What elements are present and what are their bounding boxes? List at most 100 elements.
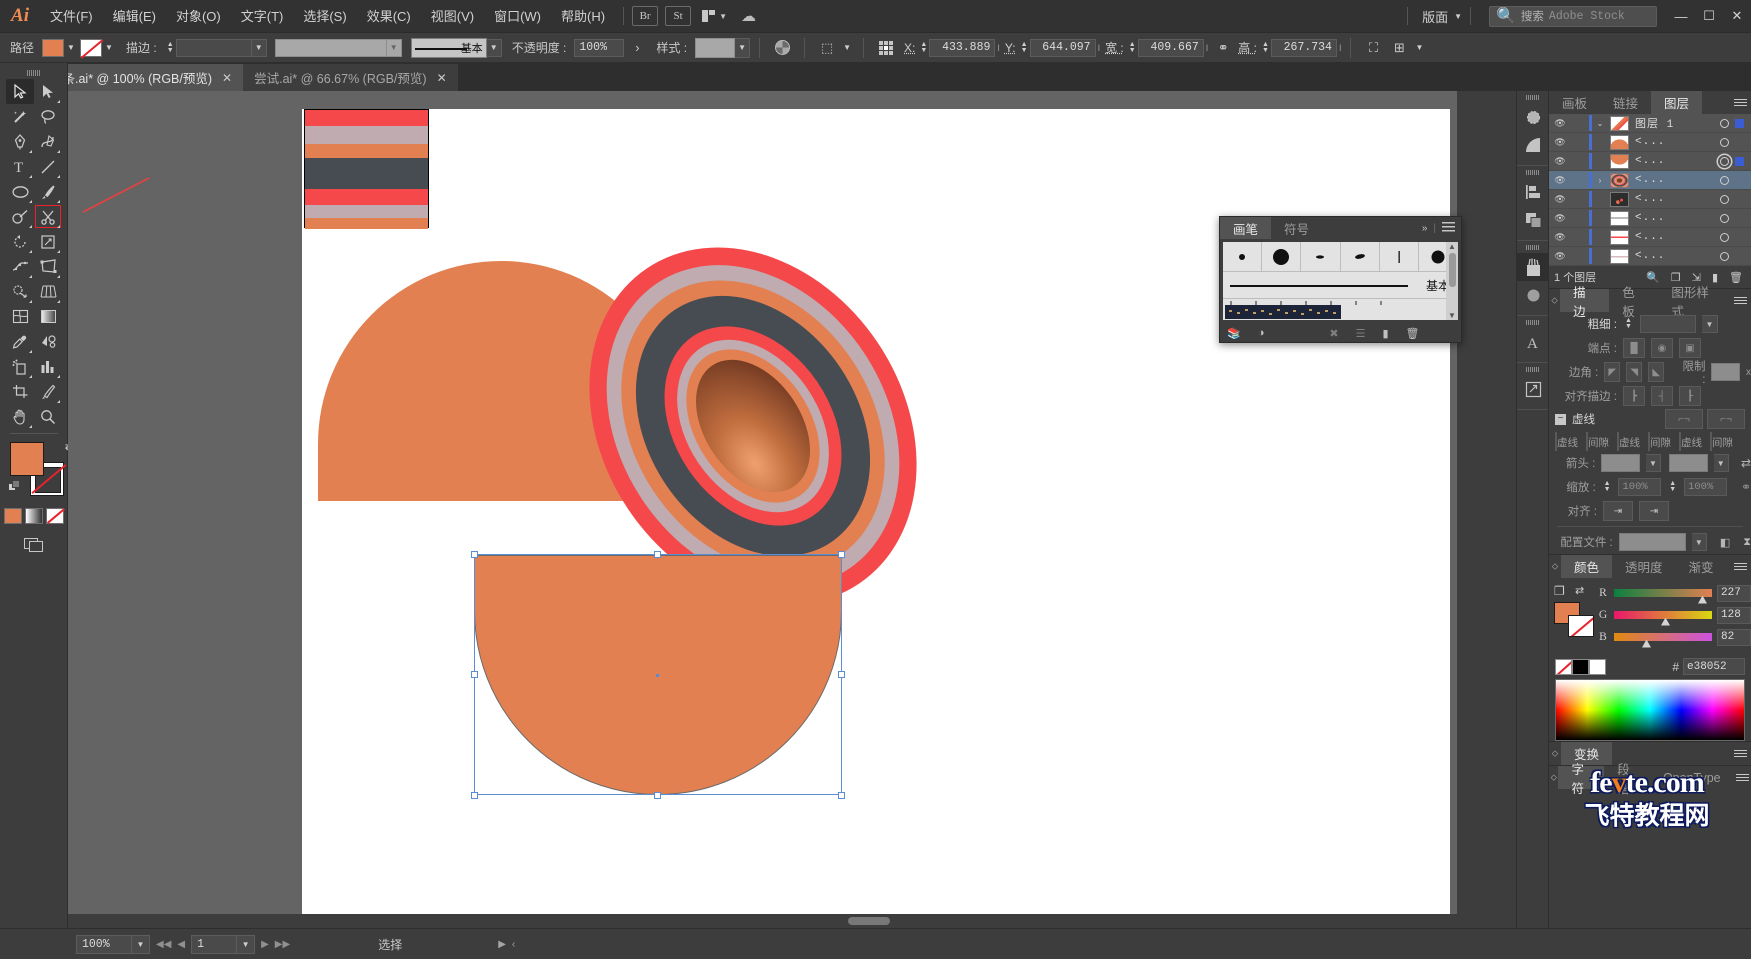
align-icon[interactable]: ⊞ — [1388, 38, 1410, 58]
rail-export-icon[interactable] — [1517, 375, 1549, 403]
arrange-documents-button[interactable]: ▼ — [702, 10, 727, 22]
fill-swatch-button[interactable]: ▼ — [42, 39, 78, 57]
opacity-expand-icon[interactable]: › — [626, 38, 648, 58]
pen-tool[interactable] — [6, 129, 34, 154]
line-segment-tool[interactable] — [34, 154, 62, 179]
x-stepper[interactable]: ▲▼ — [918, 39, 929, 57]
none-swatch[interactable] — [1555, 659, 1572, 675]
y-input[interactable]: 644.097 — [1030, 39, 1096, 57]
tab-symbols[interactable]: 符号 — [1271, 217, 1322, 239]
scale-tool[interactable] — [34, 229, 62, 254]
width-tool[interactable] — [6, 254, 34, 279]
tab-transparency[interactable]: 透明度 — [1612, 555, 1676, 578]
brush-libraries-icon[interactable]: ◑ — [1258, 327, 1265, 339]
brushes-scrollbar[interactable]: ▲ ▼ — [1446, 242, 1458, 320]
tab-swatches[interactable]: 色板 — [1609, 289, 1658, 312]
layer-name[interactable]: <... — [1631, 136, 1720, 148]
extend-beyond-end-button[interactable]: ⇥ — [1603, 501, 1633, 521]
hand-tool[interactable] — [6, 404, 34, 429]
tab-brushes[interactable]: 画笔 — [1220, 217, 1271, 239]
mesh-tool[interactable] — [6, 304, 34, 329]
rail-pathfinder-icon[interactable] — [1517, 206, 1549, 234]
artboard-nav-prev[interactable]: ◀ — [177, 939, 185, 950]
minimize-button[interactable]: — — [1667, 0, 1695, 33]
brush-item-3pt[interactable] — [1223, 242, 1262, 271]
height-stepper[interactable]: ▲▼ — [1260, 39, 1271, 57]
lock-proportions-icon[interactable]: ⚭ — [1212, 38, 1234, 58]
rail-gradient-icon[interactable] — [1517, 131, 1549, 159]
stroke-profile-chevron-icon[interactable]: ▼ — [387, 39, 402, 57]
rail-grip-4[interactable] — [1517, 320, 1548, 325]
arrow-start-select[interactable] — [1601, 454, 1639, 472]
slice-tool[interactable] — [34, 379, 62, 404]
eye-icon[interactable]: 👁 — [1549, 232, 1571, 243]
column-graph-tool[interactable] — [34, 354, 62, 379]
cap-projecting-button[interactable]: ▣ — [1679, 338, 1701, 358]
dash-checkbox[interactable]: − — [1555, 414, 1566, 425]
layer-name[interactable]: <... — [1631, 155, 1720, 167]
character-panel-grip[interactable]: ⬦ — [1549, 766, 1558, 789]
slider-thumb-b[interactable] — [1642, 640, 1651, 648]
status-menu-arrow[interactable]: ▶ — [498, 939, 506, 950]
stroke-weight-stepper[interactable]: ▲▼ — [165, 39, 176, 57]
transform-icon[interactable]: ⛶ — [1362, 38, 1384, 58]
chevron-right-icon[interactable]: › — [1592, 176, 1608, 185]
cloud-sync-icon[interactable]: ☁ — [741, 7, 756, 25]
dash-field-2[interactable]: 虚线 — [1617, 433, 1644, 451]
artboard-number-input[interactable]: 1 — [191, 935, 237, 954]
target-icon-active[interactable] — [1720, 157, 1729, 166]
gap-field-1[interactable]: 间隙 — [1586, 433, 1613, 451]
ellipse-tool[interactable] — [6, 179, 34, 204]
stroke-panel-menu-icon[interactable] — [1731, 289, 1751, 312]
arrow-end-select[interactable] — [1669, 454, 1707, 472]
eye-icon[interactable]: 👁 — [1549, 175, 1571, 186]
magic-wand-tool[interactable] — [6, 104, 34, 129]
color-panel-menu-icon[interactable] — [1729, 555, 1751, 578]
eye-icon[interactable]: 👁 — [1549, 194, 1571, 205]
graphic-style-chevron-icon[interactable]: ▼ — [735, 38, 750, 58]
zoom-chevron-icon[interactable]: ▼ — [132, 935, 150, 954]
status-collapse-arrow[interactable]: ‹ — [512, 939, 515, 950]
layer-name[interactable]: <... — [1631, 231, 1720, 243]
brushes-scroll-thumb[interactable] — [1449, 253, 1456, 287]
scale-start-stepper[interactable]: ▲▼ — [1602, 478, 1613, 496]
default-fill-stroke-icon[interactable] — [8, 480, 21, 498]
select-similar-chevron-icon[interactable]: ▼ — [840, 39, 854, 57]
artboard-nav-first[interactable]: ◀◀ — [156, 939, 171, 950]
scale-start-input[interactable]: 100% — [1618, 478, 1661, 496]
layer-name[interactable]: <... — [1631, 212, 1720, 224]
channel-value-b[interactable]: 82 — [1717, 629, 1751, 646]
shaper-tool[interactable] — [6, 204, 34, 229]
paintbrush-tool[interactable] — [34, 179, 62, 204]
delete-brush-icon[interactable]: 🗑 — [1406, 327, 1420, 340]
slider-track-r[interactable] — [1614, 589, 1712, 598]
cap-butt-button[interactable]: █ — [1623, 338, 1645, 358]
menu-file[interactable]: 文件(F) — [40, 0, 103, 33]
dash-field-3[interactable]: 虚线 — [1679, 433, 1706, 451]
eye-icon[interactable]: 👁 — [1549, 118, 1571, 129]
eyedropper-tool[interactable] — [6, 329, 34, 354]
brushes-list[interactable]: 基本 ▲ ▼ — [1223, 242, 1458, 320]
tab-graphic-styles[interactable]: 图形样式 — [1658, 289, 1730, 312]
rail-grip-1[interactable] — [1517, 95, 1548, 100]
selection-handle-br[interactable] — [838, 792, 845, 799]
stroke-chevron-icon[interactable]: ▼ — [102, 39, 116, 57]
stroke-panel-grip[interactable]: ⬦ — [1549, 289, 1560, 312]
options-icon[interactable]: ☰ — [1356, 327, 1366, 340]
selection-handle-mr[interactable] — [838, 671, 845, 678]
layer-name[interactable]: <... — [1631, 193, 1720, 205]
menu-window[interactable]: 窗口(W) — [484, 0, 551, 33]
layer-row[interactable]: 👁 <... — [1549, 190, 1751, 209]
layer-name[interactable]: <... — [1631, 250, 1720, 262]
slider-track-g[interactable] — [1614, 611, 1712, 620]
collapse-icon[interactable]: » — [1422, 223, 1428, 234]
layer-row[interactable]: 👁 <... — [1549, 228, 1751, 247]
layer-row[interactable]: 👁 <... — [1549, 209, 1751, 228]
color-mode-none[interactable] — [46, 508, 64, 524]
stroke-profile-input[interactable] — [275, 39, 387, 57]
menu-edit[interactable]: 编辑(E) — [103, 0, 166, 33]
black-swatch[interactable] — [1572, 659, 1589, 675]
brush-item-thin[interactable] — [1380, 242, 1419, 271]
x-input[interactable]: 433.889 — [929, 39, 995, 57]
selection-handle-bc[interactable] — [654, 792, 661, 799]
